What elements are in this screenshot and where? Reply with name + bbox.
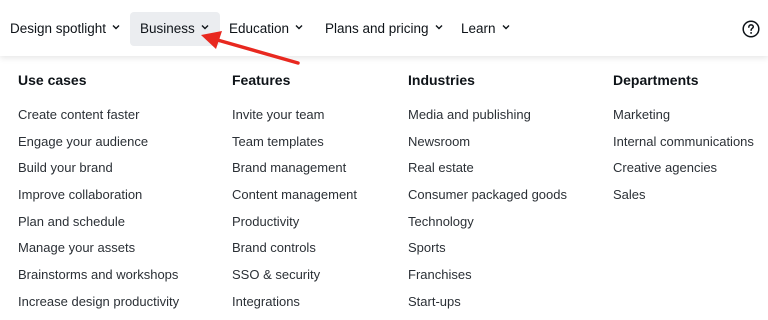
menu-link[interactable]: Internal communications <box>613 129 754 156</box>
column-heading: Industries <box>408 72 475 88</box>
column-heading: Departments <box>613 72 699 88</box>
chevron-down-icon <box>201 25 209 30</box>
nav-design-spotlight[interactable]: Design spotlight <box>10 12 121 46</box>
menu-link[interactable]: Brainstorms and workshops <box>18 262 179 289</box>
menu-link[interactable]: Build your brand <box>18 155 179 182</box>
menu-column-industries: Industries Media and publishing Newsroom… <box>408 68 567 316</box>
menu-link[interactable]: Brand controls <box>232 235 357 262</box>
menu-link[interactable]: Engage your audience <box>18 129 179 156</box>
menu-column-features: Features Invite your team Team templates… <box>232 68 357 316</box>
menu-link[interactable]: Team templates <box>232 129 357 156</box>
column-heading: Use cases <box>18 72 87 88</box>
nav-label: Design spotlight <box>10 21 107 36</box>
menu-link[interactable]: Plan and schedule <box>18 209 179 236</box>
menu-link[interactable]: Manage your assets <box>18 235 179 262</box>
menu-link[interactable]: Productivity <box>232 209 357 236</box>
menu-link[interactable]: Content management <box>232 182 357 209</box>
nav-education[interactable]: Education <box>229 12 304 46</box>
menu-column-departments: Departments Marketing Internal communica… <box>613 68 754 209</box>
menu-link[interactable]: Create content faster <box>18 102 179 129</box>
chevron-down-icon <box>295 25 303 30</box>
help-circle-icon[interactable] <box>742 20 760 38</box>
menu-link[interactable]: Sports <box>408 235 567 262</box>
menu-link[interactable]: Integrations <box>232 289 357 316</box>
nav-label: Learn <box>461 21 496 36</box>
menu-link[interactable]: SSO & security <box>232 262 357 289</box>
menu-link[interactable]: Media and publishing <box>408 102 567 129</box>
menu-link[interactable]: Newsroom <box>408 129 567 156</box>
menu-link[interactable]: Real estate <box>408 155 567 182</box>
nav-plans-and-pricing[interactable]: Plans and pricing <box>325 12 444 46</box>
chevron-down-icon <box>435 25 443 30</box>
nav-label: Education <box>229 21 290 36</box>
nav-learn[interactable]: Learn <box>461 12 511 46</box>
menu-link[interactable]: Start-ups <box>408 289 567 316</box>
menu-link[interactable]: Consumer packaged goods <box>408 182 567 209</box>
menu-link[interactable]: Technology <box>408 209 567 236</box>
menu-link[interactable]: Increase design productivity <box>18 289 179 316</box>
menu-link[interactable]: Marketing <box>613 102 754 129</box>
menu-link[interactable]: Brand management <box>232 155 357 182</box>
menu-link[interactable]: Franchises <box>408 262 567 289</box>
nav-label: Plans and pricing <box>325 21 429 36</box>
nav-label: Business <box>140 21 195 36</box>
column-heading: Features <box>232 72 291 88</box>
menu-link[interactable]: Creative agencies <box>613 155 754 182</box>
menu-column-use-cases: Use cases Create content faster Engage y… <box>18 68 179 316</box>
menu-link[interactable]: Sales <box>613 182 754 209</box>
chevron-down-icon <box>502 25 510 30</box>
menu-link[interactable]: Invite your team <box>232 102 357 129</box>
chevron-down-icon <box>112 25 120 30</box>
nav-business[interactable]: Business <box>130 12 220 46</box>
top-navigation-bar: Design spotlight Business Education Plan… <box>0 0 768 56</box>
menu-link[interactable]: Improve collaboration <box>18 182 179 209</box>
